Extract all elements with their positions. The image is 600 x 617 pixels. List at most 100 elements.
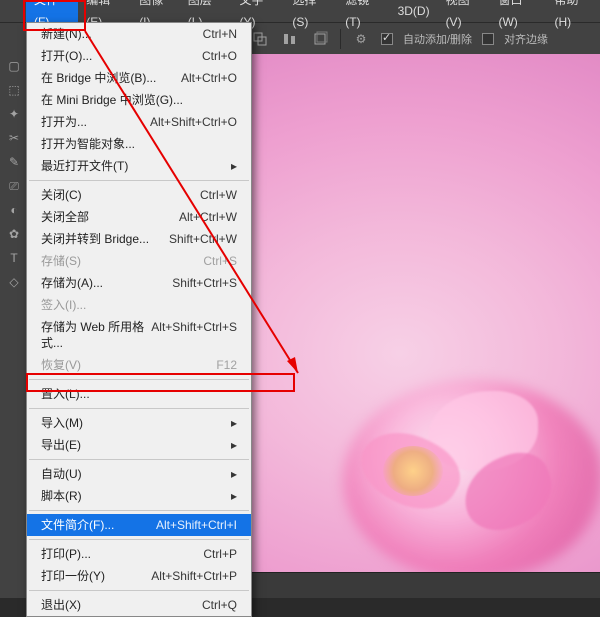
menu-view[interactable]: 视图(V): [438, 0, 491, 33]
menu-item-shortcut: Alt+Ctrl+O: [181, 70, 237, 86]
menu-separator: [29, 590, 249, 591]
menu-item-label: 退出(X): [41, 597, 81, 613]
menu-item-automate[interactable]: 自动(U) ▸: [27, 463, 251, 485]
label-auto-add-remove: 自动添加/删除: [403, 31, 472, 47]
menu-item-label: 存储为 Web 所用格式...: [41, 319, 151, 351]
menu-separator: [29, 539, 249, 540]
menu-item-shortcut: Alt+Shift+Ctrl+P: [151, 568, 237, 584]
menu-item-label: 在 Bridge 中浏览(B)...: [41, 70, 156, 86]
menu-item-label: 在 Mini Bridge 中浏览(G)...: [41, 92, 183, 108]
menu-help[interactable]: 帮助(H): [546, 0, 600, 33]
menu-item-place[interactable]: 置入(L)...: [27, 383, 251, 405]
submenu-arrow-icon: ▸: [231, 415, 237, 431]
tool-generic[interactable]: ✿: [0, 222, 28, 246]
arrange-icon[interactable]: [310, 29, 330, 49]
menu-item-open-as[interactable]: 打开为... Alt+Shift+Ctrl+O: [27, 111, 251, 133]
menu-item-label: 文件简介(F)...: [41, 517, 114, 533]
menu-item-checkin: 签入(I)...: [27, 294, 251, 316]
file-menu-dropdown: 新建(N)... Ctrl+N 打开(O)... Ctrl+O 在 Bridge…: [26, 22, 252, 617]
align-icon[interactable]: [280, 29, 300, 49]
tool-generic[interactable]: ✂: [0, 126, 28, 150]
menu-item-label: 关闭全部: [41, 209, 89, 225]
menu-bar: 文件(F) 编辑(E) 图像(I) 图层(L) 文字(Y) 选择(S) 滤镜(T…: [0, 0, 600, 22]
menu-separator: [29, 379, 249, 380]
menu-item-open[interactable]: 打开(O)... Ctrl+O: [27, 45, 251, 67]
checkbox-align-edges[interactable]: [482, 33, 494, 45]
menu-item-shortcut: Ctrl+Q: [202, 597, 237, 613]
tool-generic[interactable]: ⬚: [0, 78, 28, 102]
menu-item-label: 最近打开文件(T): [41, 158, 128, 174]
tool-generic[interactable]: ◐: [0, 198, 28, 222]
menu-item-shortcut: Shift+Ctrl+S: [172, 275, 237, 291]
menu-item-shortcut: Ctrl+W: [200, 187, 237, 203]
pathops-icon[interactable]: [250, 29, 270, 49]
menu-item-shortcut: Alt+Ctrl+W: [179, 209, 237, 225]
menu-item-label: 自动(U): [41, 466, 82, 482]
menu-item-browse-mini-bridge[interactable]: 在 Mini Bridge 中浏览(G)...: [27, 89, 251, 111]
checkbox-auto-add-remove[interactable]: [381, 33, 393, 45]
menu-item-shortcut: Ctrl+N: [203, 26, 237, 42]
menu-item-save-as[interactable]: 存储为(A)... Shift+Ctrl+S: [27, 272, 251, 294]
tool-generic[interactable]: ✎: [0, 150, 28, 174]
menu-item-label: 打开为智能对象...: [41, 136, 135, 152]
menu-item-label: 置入(L)...: [41, 386, 90, 402]
submenu-arrow-icon: ▸: [231, 488, 237, 504]
menu-item-shortcut: Shift+Ctrl+W: [169, 231, 237, 247]
menu-item-print-one[interactable]: 打印一份(Y) Alt+Shift+Ctrl+P: [27, 565, 251, 587]
menu-item-label: 关闭(C): [41, 187, 82, 203]
menu-item-revert: 恢复(V) F12: [27, 354, 251, 376]
menu-item-shortcut: Ctrl+P: [203, 546, 237, 562]
menu-item-label: 打开(O)...: [41, 48, 92, 64]
tool-generic[interactable]: ⎚: [0, 174, 28, 198]
menu-item-print[interactable]: 打印(P)... Ctrl+P: [27, 543, 251, 565]
menu-item-label: 关闭并转到 Bridge...: [41, 231, 149, 247]
menu-item-shortcut: Alt+Shift+Ctrl+S: [151, 319, 237, 351]
menu-item-open-smart[interactable]: 打开为智能对象...: [27, 133, 251, 155]
tool-generic[interactable]: ▢: [0, 54, 28, 78]
menu-item-browse-bridge[interactable]: 在 Bridge 中浏览(B)... Alt+Ctrl+O: [27, 67, 251, 89]
toolbar-separator: [340, 29, 341, 49]
menu-item-label: 存储(S): [41, 253, 81, 269]
menu-item-export[interactable]: 导出(E) ▸: [27, 434, 251, 456]
menu-item-exit[interactable]: 退出(X) Ctrl+Q: [27, 594, 251, 616]
submenu-arrow-icon: ▸: [231, 158, 237, 174]
menu-item-shortcut: Ctrl+S: [203, 253, 237, 269]
menu-item-scripts[interactable]: 脚本(R) ▸: [27, 485, 251, 507]
menu-item-label: 脚本(R): [41, 488, 82, 504]
menu-item-shortcut: Ctrl+O: [202, 48, 237, 64]
label-align-edges: 对齐边缘: [504, 31, 548, 47]
menu-item-label: 导出(E): [41, 437, 81, 453]
tool-generic[interactable]: T: [0, 246, 28, 270]
menu-item-shortcut: Alt+Shift+Ctrl+O: [150, 114, 237, 130]
gear-icon[interactable]: ⚙: [351, 29, 371, 49]
menu-item-label: 导入(M): [41, 415, 83, 431]
menu-item-label: 存储为(A)...: [41, 275, 103, 291]
menu-item-import[interactable]: 导入(M) ▸: [27, 412, 251, 434]
submenu-arrow-icon: ▸: [231, 437, 237, 453]
submenu-arrow-icon: ▸: [231, 466, 237, 482]
menu-item-close[interactable]: 关闭(C) Ctrl+W: [27, 184, 251, 206]
menu-separator: [29, 510, 249, 511]
menu-separator: [29, 180, 249, 181]
menu-window[interactable]: 窗口(W): [490, 0, 546, 33]
tool-generic[interactable]: ✦: [0, 102, 28, 126]
menu-item-close-goto-bridge[interactable]: 关闭并转到 Bridge... Shift+Ctrl+W: [27, 228, 251, 250]
menu-item-save: 存储(S) Ctrl+S: [27, 250, 251, 272]
tool-generic[interactable]: ◇: [0, 270, 28, 294]
menu-item-shortcut: Alt+Shift+Ctrl+I: [156, 517, 237, 533]
menu-item-save-web[interactable]: 存储为 Web 所用格式... Alt+Shift+Ctrl+S: [27, 316, 251, 354]
menu-3d[interactable]: 3D(D): [390, 0, 438, 22]
menu-item-recent[interactable]: 最近打开文件(T) ▸: [27, 155, 251, 177]
menu-item-label: 打印(P)...: [41, 546, 91, 562]
menu-item-label: 打开为...: [41, 114, 87, 130]
menu-separator: [29, 408, 249, 409]
menu-item-new[interactable]: 新建(N)... Ctrl+N: [27, 23, 251, 45]
tools-panel: ▢ ⬚ ✦ ✂ ✎ ⎚ ◐ ✿ T ◇: [0, 54, 28, 598]
menu-item-label: 恢复(V): [41, 357, 81, 373]
menu-item-file-info[interactable]: 文件简介(F)... Alt+Shift+Ctrl+I: [27, 514, 251, 536]
menu-item-label: 打印一份(Y): [41, 568, 105, 584]
menu-item-close-all[interactable]: 关闭全部 Alt+Ctrl+W: [27, 206, 251, 228]
menu-item-label: 新建(N)...: [41, 26, 92, 42]
menu-item-shortcut: F12: [216, 357, 237, 373]
menu-separator: [29, 459, 249, 460]
